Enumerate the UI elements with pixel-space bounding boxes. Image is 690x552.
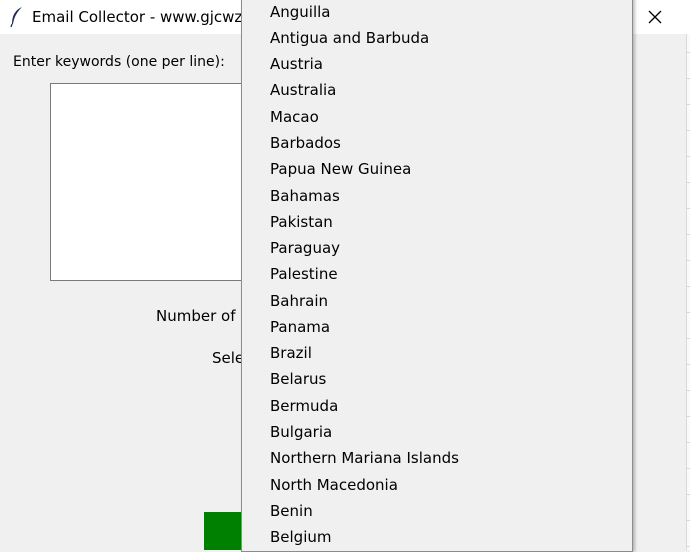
dropdown-item[interactable]: North Macedonia: [270, 475, 398, 495]
select-label: Sele: [212, 349, 245, 367]
window-title: Email Collector - www.gjcwz: [32, 8, 243, 26]
country-dropdown-list[interactable]: Anguilla Antigua and Barbuda Austria Aus…: [241, 0, 633, 552]
dropdown-item[interactable]: Papua New Guinea: [270, 159, 411, 179]
background-window-edge: [686, 34, 690, 550]
dropdown-item[interactable]: Panama: [270, 317, 330, 337]
dropdown-item[interactable]: Northern Mariana Islands: [270, 448, 459, 468]
feather-icon: [10, 7, 22, 28]
dropdown-item[interactable]: Austria: [270, 54, 323, 74]
dropdown-item[interactable]: Barbados: [270, 133, 341, 153]
dropdown-item[interactable]: Anguilla: [270, 2, 331, 22]
dropdown-item[interactable]: Benin: [270, 501, 313, 521]
close-icon: [648, 10, 662, 24]
start-button[interactable]: [204, 512, 244, 550]
dropdown-item[interactable]: Bermuda: [270, 396, 338, 416]
close-button[interactable]: [638, 0, 672, 34]
number-label: Number of: [156, 307, 236, 325]
dropdown-item[interactable]: Bahamas: [270, 186, 340, 206]
dropdown-item[interactable]: Macao: [270, 107, 319, 127]
dropdown-item[interactable]: Australia: [270, 80, 336, 100]
dropdown-item[interactable]: Antigua and Barbuda: [270, 28, 429, 48]
dropdown-item[interactable]: Brazil: [270, 343, 312, 363]
dropdown-item[interactable]: Bulgaria: [270, 422, 332, 442]
dropdown-item[interactable]: Belarus: [270, 369, 326, 389]
dropdown-item[interactable]: Palestine: [270, 264, 338, 284]
dropdown-item[interactable]: Paraguay: [270, 238, 340, 258]
dropdown-item[interactable]: Bahrain: [270, 291, 328, 311]
dropdown-item[interactable]: Belgium: [270, 527, 332, 547]
keywords-textarea[interactable]: [50, 83, 250, 281]
dropdown-item[interactable]: Pakistan: [270, 212, 333, 232]
keywords-label: Enter keywords (one per line):: [13, 54, 225, 70]
